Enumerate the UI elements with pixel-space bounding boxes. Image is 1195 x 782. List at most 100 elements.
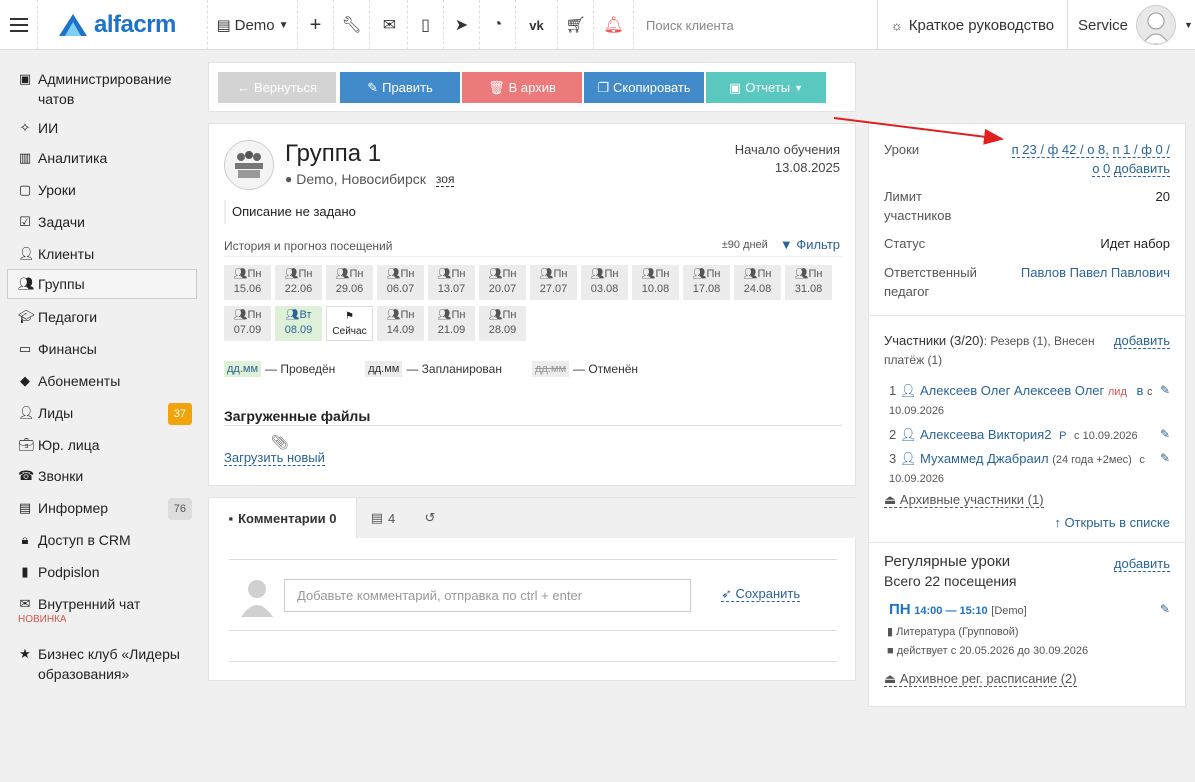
attendance-day[interactable]: 👥︎Пн 15.06 (224, 265, 271, 300)
users-icon: 👥︎ (233, 309, 248, 321)
client-search-input[interactable]: Поиск клиента (634, 0, 878, 50)
sidebar-item-teachers[interactable]: 🎓︎ Педагоги (0, 307, 97, 327)
member-name-link[interactable]: Алексеева Виктория2 (920, 427, 1051, 442)
avatar (1136, 5, 1177, 45)
archived-members-link[interactable]: ⏏ Архивные участники (1) (884, 490, 1044, 509)
attendance-day[interactable]: 👥︎Пн 24.08 (734, 265, 781, 300)
attendance-day[interactable]: 👥︎Пн 07.09 (224, 306, 271, 341)
edit-button[interactable]: ✎ Править (340, 72, 460, 103)
add-member-link[interactable]: добавить (1113, 331, 1170, 350)
sidebar-item-ai[interactable]: ✧ ИИ (0, 118, 59, 138)
day-date: 31.08 (794, 283, 823, 295)
archive-icon: ⏏ (884, 492, 897, 507)
lessons-stats-link-3[interactable]: о 0 (1092, 161, 1111, 177)
phone-button[interactable]: ▯ (408, 0, 444, 50)
user-menu[interactable]: Service ▼ (1068, 0, 1195, 50)
sidebar-item-internal-chat[interactable]: ✉ Внутренний чат (0, 594, 141, 614)
add-lesson-link[interactable]: добавить (1113, 161, 1170, 177)
attendance-day[interactable]: 👥︎Вт 08.09 (275, 306, 322, 341)
comments-icon: ▪ (228, 510, 234, 526)
branch-dropdown[interactable]: ▤ Demo ▼ (208, 0, 298, 50)
sidebar-item-legal-entities[interactable]: 💼︎ Юр. лица (0, 435, 100, 455)
day-weekday-label: Пн (502, 268, 517, 280)
sidebar-item-lessons[interactable]: ▢ Уроки (0, 180, 76, 200)
archived-schedule-link[interactable]: ⏏ Архивное рег. расписание (2) (884, 669, 1077, 688)
upload-label: Загрузить новый (224, 450, 325, 466)
limit-value: 20 (1155, 189, 1170, 204)
sidebar-item-tasks[interactable]: ☑ Задачи (0, 212, 85, 232)
sidebar-item-calls[interactable]: ☎ Звонки (0, 466, 83, 486)
attendance-day[interactable]: 👥︎Пн 03.08 (581, 265, 628, 300)
tab-comments[interactable]: ▪ Комментарии 0 (209, 498, 357, 538)
archive-button[interactable]: 🗑︎ В архив (462, 72, 582, 103)
sidebar-item-subscriptions[interactable]: ◆ Абонементы (0, 371, 120, 391)
sidebar-item-chat-admin[interactable]: ▣ Администрирование чатов (0, 69, 190, 109)
attendance-day[interactable]: 👥︎Пн 17.08 (683, 265, 730, 300)
filter-button[interactable]: ▼ Фильтр (780, 237, 840, 252)
attendance-day[interactable]: 👥︎Пн 31.08 (785, 265, 832, 300)
comment-input[interactable]: Добавьте комментарий, отправка по ctrl +… (284, 579, 691, 612)
users-icon: 👥︎ (335, 268, 350, 280)
quick-guide-button[interactable]: ☼ Краткое руководство (878, 0, 1068, 50)
sidebar-item-crm-access[interactable]: 🔒︎ Доступ в CRM (0, 530, 131, 550)
settings-button[interactable]: 🔧︎ (334, 0, 370, 50)
plus-button[interactable]: + (298, 0, 334, 50)
now-marker[interactable]: ⚑ Сейчас (326, 306, 373, 341)
open-list-label: Открыть в списке (1064, 515, 1170, 530)
sparkle-icon: ✧ (19, 120, 31, 135)
attendance-day[interactable]: 👥︎Пн 29.06 (326, 265, 373, 300)
mail-button[interactable]: ✉ (372, 0, 408, 50)
days-range-toggle[interactable]: ±90 дней (722, 239, 768, 251)
notifications-button[interactable]: 🔔︎ (594, 0, 634, 50)
attendance-day[interactable]: 👥︎Пн 28.09 (479, 306, 526, 341)
sidebar-item-analytics[interactable]: ▥ Аналитика (0, 148, 107, 168)
sidebar-item-podpislon[interactable]: ▮ Podpislon (0, 562, 99, 582)
sidebar-item-label: Абонементы (38, 373, 121, 389)
tab-history[interactable]: ↺ (409, 498, 451, 538)
cart-button[interactable]: 🛒︎ (558, 0, 594, 50)
vk-icon: vk (529, 17, 544, 33)
attendance-day[interactable]: 👥︎Пн 06.07 (377, 265, 424, 300)
paperclip-icon: 📎︎ (271, 434, 289, 450)
sidebar-item-groups[interactable]: 👥︎ Группы (7, 269, 197, 299)
tab-tasks[interactable]: ▤ 4 (357, 498, 409, 538)
sidebar-item-clients[interactable]: 👤︎ Клиенты (0, 244, 94, 264)
open-in-list-link[interactable]: ↑ Открыть в списке (1054, 513, 1170, 532)
vk-button[interactable]: vk (516, 0, 558, 50)
star-icon: ★ (19, 646, 31, 661)
whatsapp-button[interactable]: ◔ (480, 0, 516, 50)
logo[interactable]: alfacrm (38, 0, 208, 50)
menu-toggle-button[interactable] (0, 0, 38, 50)
attendance-day[interactable]: 👥︎Пн 22.06 (275, 265, 322, 300)
telegram-button[interactable]: ➤ (444, 0, 480, 50)
reports-dropdown-button[interactable]: ▣ Отчеты ▼ (706, 72, 826, 103)
attendance-day[interactable]: 👥︎Пн 21.09 (428, 306, 475, 341)
edit-member-pencil-icon[interactable]: ✎ (1160, 383, 1170, 397)
attendance-day[interactable]: 👥︎Пн 27.07 (530, 265, 577, 300)
edit-member-pencil-icon[interactable]: ✎ (1160, 451, 1170, 465)
attendance-day[interactable]: 👥︎Пн 13.07 (428, 265, 475, 300)
sidebar-item-finance[interactable]: ▭ Финансы (0, 339, 97, 359)
user-icon: 👤︎ (899, 427, 917, 442)
lessons-stats-link-2[interactable]: п 1 / ф 0 / (1112, 142, 1170, 158)
sidebar-item-leads[interactable]: 👤︎ Лиды 37 (0, 403, 206, 425)
member-name-link[interactable]: Мухаммед Джабраил (920, 451, 1049, 466)
upload-file-link[interactable]: Загрузить новый (224, 450, 325, 466)
sidebar-item-business-club[interactable]: ★ Бизнес клуб «Лидеры образования» (0, 644, 190, 684)
attendance-day[interactable]: 👥︎Пн 14.09 (377, 306, 424, 341)
sidebar-item-informer[interactable]: ▤ Информер 76 (0, 498, 206, 520)
edit-regular-pencil-icon[interactable]: ✎ (1160, 602, 1170, 616)
member-name-link[interactable]: Алексеев Олег Алексеев Олег (920, 383, 1104, 398)
back-button[interactable]: ← Вернуться (218, 72, 336, 103)
lessons-stats-link-1[interactable]: п 23 / ф 42 / о 8, (1011, 142, 1109, 158)
save-comment-button[interactable]: ➶ Сохранить (721, 586, 801, 602)
teacher-link[interactable]: Павлов Павел Павлович (1021, 263, 1170, 282)
group-tag[interactable]: зоя (435, 172, 455, 187)
attendance-day[interactable]: 👥︎Пн 10.08 (632, 265, 679, 300)
copy-button[interactable]: ❐ Скопировать (584, 72, 704, 103)
attendance-day[interactable]: 👥︎Пн 20.07 (479, 265, 526, 300)
add-regular-lesson-link[interactable]: добавить (1113, 554, 1170, 573)
edit-member-pencil-icon[interactable]: ✎ (1160, 427, 1170, 441)
start-date-block: Начало обучения 13.08.2025 (735, 141, 840, 177)
day-date: 20.07 (488, 283, 517, 295)
